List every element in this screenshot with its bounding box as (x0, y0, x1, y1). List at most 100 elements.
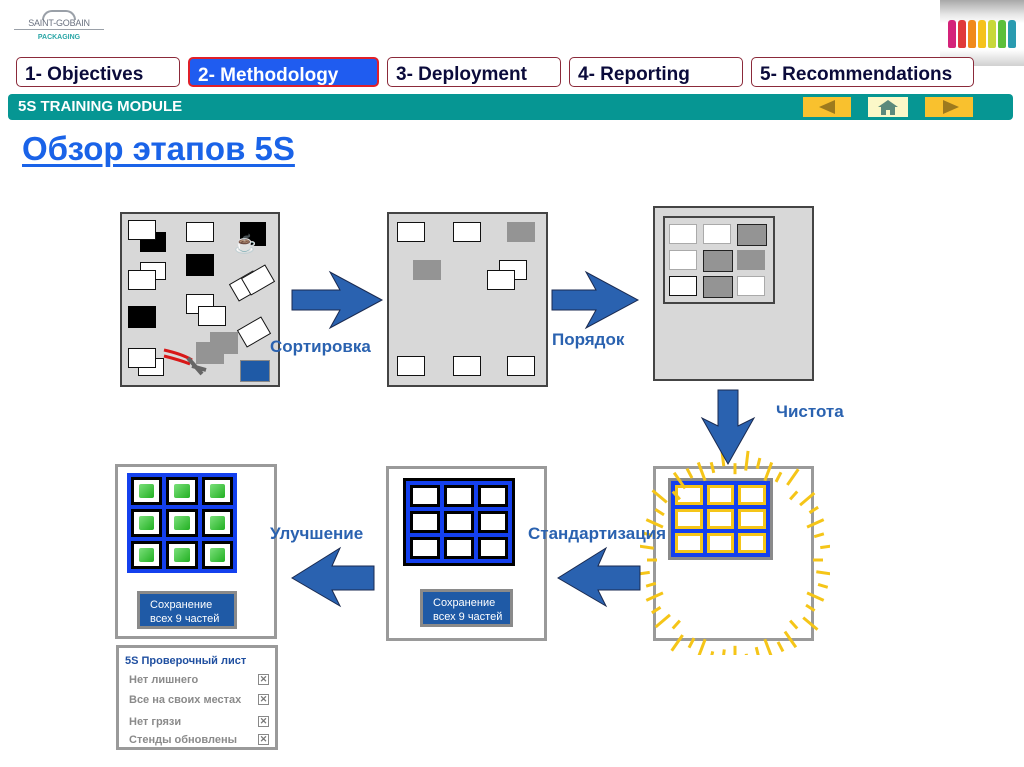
page-title: Обзор этапов 5S (22, 130, 295, 167)
sparkle-ray (789, 490, 799, 501)
green-part-icon (139, 484, 155, 498)
shelf-slot (166, 541, 198, 569)
checklist-item-label: Все на своих местах (129, 694, 242, 706)
checklist-item: Нет лишнего ✕ (129, 674, 269, 686)
shelf-slot (410, 511, 440, 533)
green-part-icon (209, 484, 225, 498)
sparkle-ray (817, 583, 829, 589)
green-part-icon (139, 548, 155, 562)
shelf-slot (478, 537, 508, 559)
save-box-line1: Сохранение (150, 599, 213, 611)
checklist-item: Все на своих местах ✕ (129, 694, 269, 706)
checkbox-checked-icon[interactable]: ✕ (258, 694, 269, 705)
sparkle-ray (816, 570, 830, 576)
checklist-item-label: Нет лишнего (129, 674, 199, 686)
shelf-slot (410, 537, 440, 559)
shelf-slot (131, 509, 163, 537)
sparkle-ray (806, 591, 825, 602)
checkbox-checked-icon[interactable]: ✕ (258, 734, 269, 745)
arrow-right-icon (551, 270, 640, 330)
save-box-line2: всех 9 частей (433, 611, 503, 623)
shelf-slot (444, 537, 474, 559)
panel-sorted (387, 212, 548, 387)
bottle-icon (1008, 20, 1016, 48)
step-label-order: Порядок (552, 330, 625, 349)
sparkle-ray (640, 544, 654, 550)
green-part-icon (174, 516, 190, 530)
logo-brand: SAINT-GOBAIN (14, 18, 104, 30)
save-box: Сохранение всех 9 частей (420, 589, 513, 627)
sparkle-ray (806, 518, 825, 529)
sparkle-ray (654, 508, 665, 517)
bottle-icon (948, 20, 956, 48)
save-box-line2: всех 9 частей (150, 613, 220, 625)
shelf-slot (478, 485, 508, 507)
tab-objectives[interactable]: 1- Objectives (16, 57, 180, 87)
bottle-icon (998, 20, 1006, 48)
step-label-sort: Сортировка (270, 337, 371, 356)
sparkle-ray (645, 581, 657, 588)
next-button[interactable] (925, 97, 973, 117)
checklist-item: Стенды обновлены ✕ (129, 734, 269, 746)
sparkle-ray (744, 653, 748, 655)
sparkle-ray (805, 603, 816, 612)
sparkle-ray (774, 471, 783, 483)
prev-button[interactable] (803, 97, 851, 117)
tab-reporting[interactable]: 4- Reporting (569, 57, 743, 87)
checkbox-checked-icon[interactable]: ✕ (258, 674, 269, 685)
bottle-icon (958, 20, 966, 48)
arrow-left-icon (557, 546, 641, 608)
sparkle-ray (802, 616, 819, 631)
sparkle-rays (640, 446, 830, 655)
shelf-slot (166, 477, 198, 505)
module-title: 5S TRAINING MODULE (18, 98, 183, 115)
prev-icon (819, 100, 835, 114)
sparkle-ray (813, 532, 825, 539)
checklist-5s: 5S Проверочный лист Нет лишнего ✕ Все на… (116, 645, 278, 750)
arrow-left-icon (291, 546, 375, 608)
checklist-title: 5S Проверочный лист (125, 655, 247, 667)
standard-shelf-grid (403, 478, 515, 566)
sparkle-ray (786, 468, 800, 486)
sparkle-ray (755, 457, 762, 469)
tab-methodology[interactable]: 2- Methodology (188, 57, 379, 87)
sparkle-ray (722, 649, 726, 655)
sparkle-ray (808, 505, 819, 514)
checklist-item-label: Нет грязи (129, 716, 182, 728)
sparkle-ray (763, 461, 774, 482)
shelf-slot (131, 541, 163, 569)
sparkle-ray (670, 634, 684, 652)
coffee-cup-icon: ☕ (234, 234, 257, 254)
green-part-icon (209, 548, 225, 562)
panel-cluttered: ☕ (120, 212, 280, 387)
shelf-slot (478, 511, 508, 533)
next-icon (943, 100, 959, 114)
shelf-slot (444, 485, 474, 507)
panel-ordered (653, 206, 814, 381)
sparkle-ray (671, 619, 681, 630)
step-label-standardize: Стандартизация (528, 524, 667, 543)
green-part-icon (174, 484, 190, 498)
step-label-clean: Чистота (776, 402, 844, 421)
module-bar: 5S TRAINING MODULE (8, 94, 1013, 120)
home-button[interactable] (868, 97, 908, 117)
sparkle-ray (763, 638, 773, 655)
shelf-slot (201, 541, 233, 569)
tab-deployment[interactable]: 3- Deployment (387, 57, 561, 87)
arrow-right-icon (291, 270, 384, 330)
bottle-icon (988, 20, 996, 48)
sparkle-ray (685, 467, 694, 479)
tab-recommendations[interactable]: 5- Recommendations (751, 57, 974, 87)
checkbox-checked-icon[interactable]: ✕ (258, 716, 269, 727)
green-part-icon (209, 516, 225, 530)
shelf-grid (663, 216, 775, 304)
arrow-down-icon (700, 389, 756, 466)
sparkle-ray (754, 646, 760, 655)
step-label-improve: Улучшение (270, 524, 364, 543)
bottle-icon (978, 20, 986, 48)
green-part-icon (174, 548, 190, 562)
sparkle-ray (645, 591, 664, 602)
sparkle-ray (687, 637, 696, 649)
green-part-icon (139, 516, 155, 530)
shelf-slot (444, 511, 474, 533)
